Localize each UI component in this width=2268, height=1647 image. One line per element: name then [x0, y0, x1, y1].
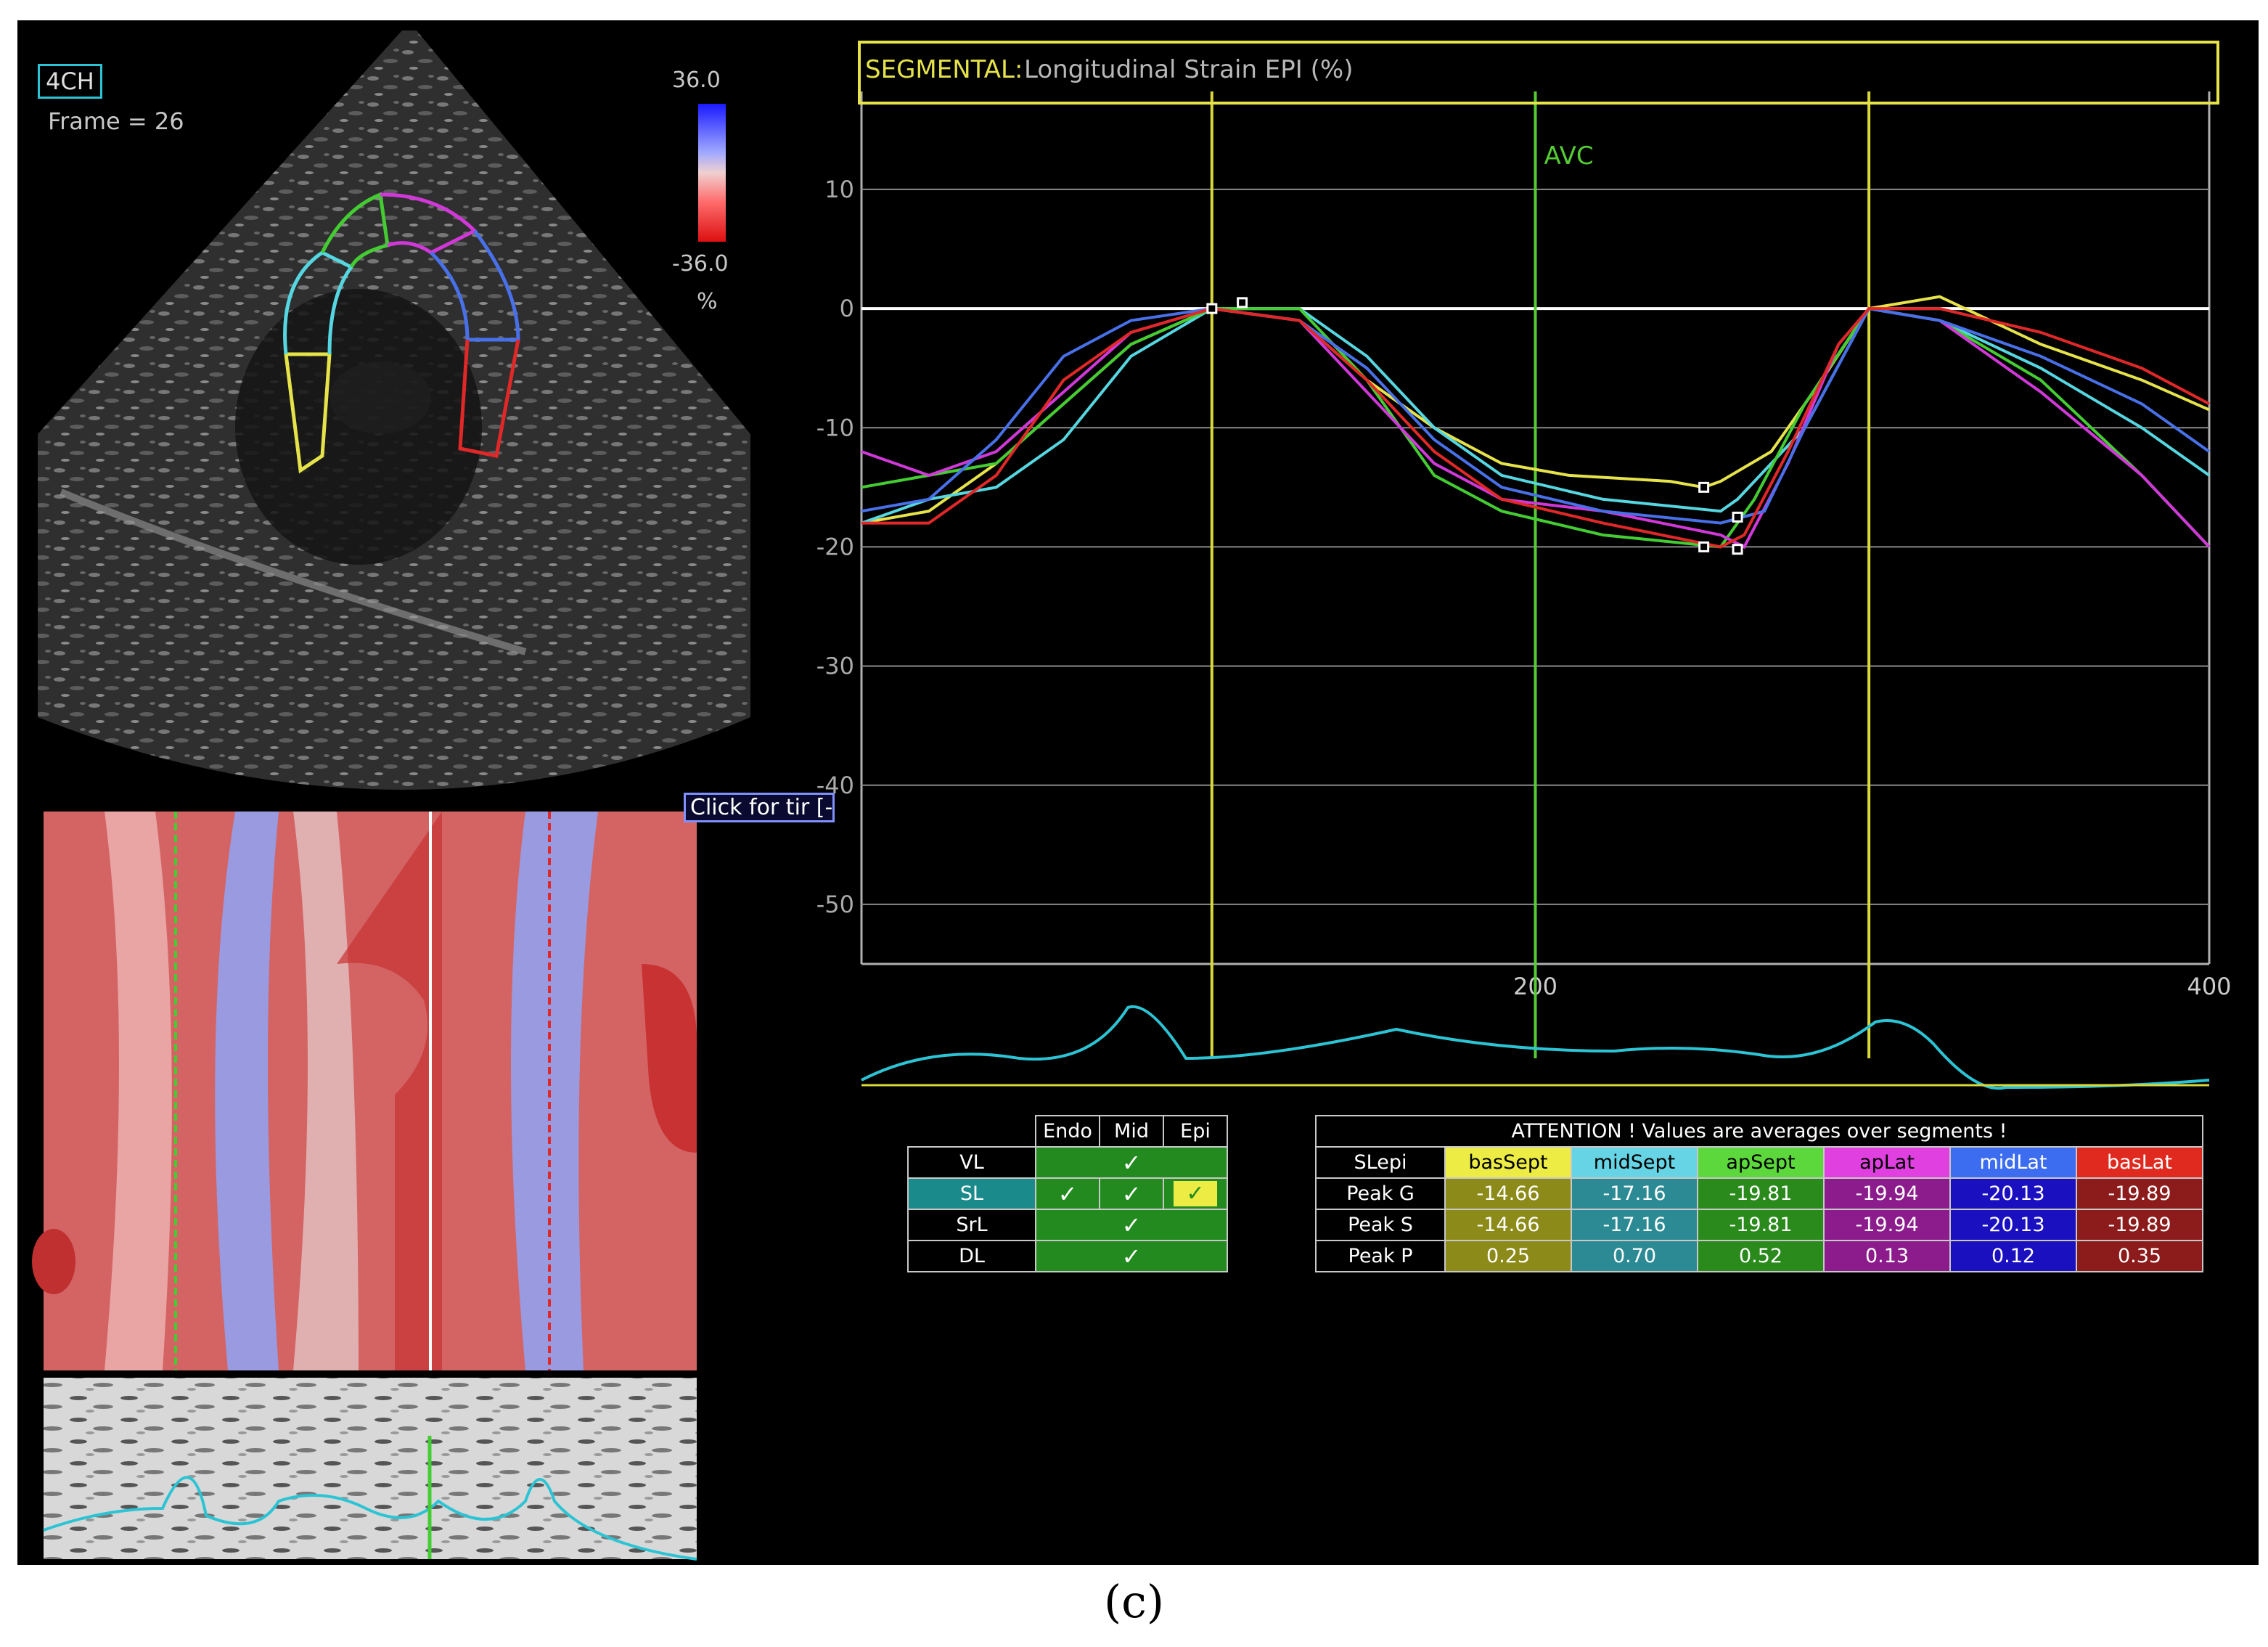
- segment-header-midLat: midLat: [1949, 1146, 2077, 1179]
- event-marker-label: AVC: [1544, 142, 1594, 171]
- colorbar: [698, 104, 726, 242]
- segment-values-table: ATTENTION ! Values are averages over seg…: [1315, 1115, 2203, 1272]
- value-cell: -14.66: [1444, 1209, 1572, 1241]
- peak-marker: [1732, 544, 1743, 555]
- table-row: Peak S -14.66 -17.16 -19.81 -19.94 -20.13 -19.…: [1315, 1209, 2203, 1241]
- value-cell: 0.52: [1697, 1240, 1825, 1272]
- check-sl-mid[interactable]: ✓: [1099, 1177, 1164, 1210]
- value-cell: -19.94: [1823, 1209, 1951, 1241]
- param-sl[interactable]: SL: [907, 1177, 1036, 1210]
- check-srl[interactable]: ✓: [1035, 1209, 1228, 1241]
- strain-map: [32, 812, 697, 1370]
- value-cell: 0.70: [1571, 1240, 1698, 1272]
- y-tick-label: -50: [816, 891, 854, 918]
- header-epi[interactable]: Epi: [1163, 1115, 1228, 1148]
- value-cell: -19.81: [1697, 1209, 1825, 1241]
- view-label: 4CH: [38, 64, 102, 99]
- y-tick-label: 10: [824, 176, 854, 203]
- vtable-corner: [908, 1116, 1036, 1147]
- peak-marker: [1732, 511, 1743, 523]
- colorbar-min: -36.0: [672, 251, 729, 277]
- tooltip-button[interactable]: Click for tir [-: [684, 793, 835, 822]
- check-sl-epi[interactable]: ✓: [1163, 1177, 1228, 1210]
- row-label: Peak P: [1315, 1240, 1446, 1272]
- table-row: Peak G -14.66 -17.16 -19.81 -19.94 -20.13 -19.…: [1315, 1177, 2203, 1210]
- value-cell: -14.66: [1444, 1177, 1572, 1210]
- header-endo[interactable]: Endo: [1035, 1115, 1100, 1148]
- value-cell: -17.16: [1571, 1209, 1698, 1241]
- param-srl[interactable]: SrL: [907, 1209, 1036, 1241]
- ultrasound-sector: [38, 30, 750, 790]
- strain-graph: 100-10-20-30-40-50200 400AVC: [816, 91, 2232, 1058]
- parameter-selector: Endo Mid Epi VL ✓ SL ✓ ✓ ✓ SrL ✓ DL ✓: [907, 1115, 1228, 1272]
- value-cell: 0.13: [1823, 1240, 1951, 1272]
- echo-graphics: 100-10-20-30-40-50200 400AVC: [32, 30, 2232, 1561]
- header-mid[interactable]: Mid: [1099, 1115, 1164, 1148]
- graph-title-prefix: SEGMENTAL:: [865, 55, 1023, 84]
- echo-workstation-screen: 10 0 -10 -20 -30 -40 -50 200 400 AVC 4CH Frame = …: [17, 20, 2259, 1565]
- check-sl-epi-mark: ✓: [1174, 1181, 1217, 1206]
- value-cell: -19.89: [2076, 1209, 2203, 1241]
- peak-marker: [1698, 541, 1710, 552]
- m-mode-strip: [43, 1378, 697, 1561]
- y-tick-label: -10: [816, 414, 854, 441]
- segment-header-midSept: midSept: [1571, 1146, 1698, 1179]
- segment-header-basSept: basSept: [1444, 1146, 1572, 1179]
- frame-counter: Frame = 26: [48, 107, 184, 135]
- figure-caption: (c): [1103, 1575, 1165, 1628]
- table-row: Peak P 0.25 0.70 0.52 0.13 0.12 0.35: [1315, 1240, 2203, 1272]
- row-label: Peak G: [1315, 1177, 1446, 1210]
- param-vl[interactable]: VL: [907, 1146, 1036, 1179]
- y-tick-label: 0: [840, 295, 854, 322]
- attention-banner: ATTENTION ! Values are averages over seg…: [1315, 1115, 2203, 1148]
- colorbar-max: 36.0: [672, 68, 721, 93]
- value-cell: 0.12: [1949, 1240, 2077, 1272]
- peak-marker: [1237, 297, 1248, 308]
- value-cell: -19.89: [2076, 1177, 2203, 1210]
- param-dl[interactable]: DL: [907, 1240, 1036, 1272]
- check-vl[interactable]: ✓: [1035, 1146, 1228, 1179]
- peak-marker: [1206, 303, 1218, 314]
- check-dl[interactable]: ✓: [1035, 1240, 1228, 1272]
- row-label: Peak S: [1315, 1209, 1446, 1241]
- value-cell: -17.16: [1571, 1177, 1698, 1210]
- segment-header-apLat: apLat: [1823, 1146, 1951, 1179]
- y-tick-label: -30: [816, 653, 854, 680]
- x-tick-label: 400: [2187, 973, 2231, 1000]
- colorbar-unit: %: [697, 289, 718, 314]
- value-cell: 0.25: [1444, 1240, 1572, 1272]
- segment-header-apSept: apSept: [1697, 1146, 1825, 1179]
- graph-title-box: SEGMENTAL: Longitudinal Strain EPI (%): [858, 41, 2219, 105]
- check-sl-endo[interactable]: ✓: [1035, 1177, 1100, 1210]
- value-cell: -19.94: [1823, 1177, 1951, 1210]
- segment-header-basLat: basLat: [2076, 1146, 2203, 1179]
- value-cell: 0.35: [2076, 1240, 2203, 1272]
- peak-marker: [1698, 481, 1710, 493]
- graph-title: Longitudinal Strain EPI (%): [1024, 55, 1354, 84]
- value-cell: -19.81: [1697, 1177, 1825, 1210]
- corner-label: SLepi: [1315, 1146, 1446, 1179]
- value-cell: -20.13: [1949, 1177, 2077, 1210]
- value-cell: -20.13: [1949, 1209, 2077, 1241]
- y-tick-label: -20: [816, 533, 854, 560]
